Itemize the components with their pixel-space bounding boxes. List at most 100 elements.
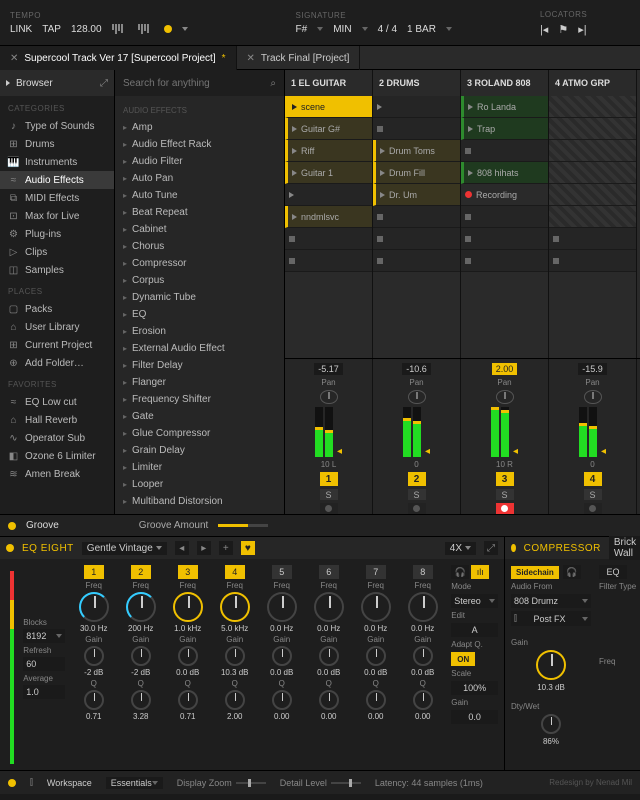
browser-item[interactable]: ▸Cabinet: [115, 221, 284, 238]
clip-slot[interactable]: [549, 140, 636, 162]
sidebar-item-current-project[interactable]: ⊞Current Project: [0, 336, 114, 354]
preset-next[interactable]: ▸: [197, 541, 211, 555]
volume-db[interactable]: -10.6: [402, 363, 431, 375]
gain-knob[interactable]: [131, 646, 151, 666]
keymode-value[interactable]: MIN: [333, 24, 351, 35]
q-value[interactable]: 0.00: [321, 712, 337, 721]
timesig-value[interactable]: 4 / 4: [378, 24, 397, 35]
pan-value[interactable]: 10 L: [321, 460, 337, 469]
pan-knob[interactable]: [584, 390, 602, 404]
browser-item[interactable]: ▸EQ: [115, 306, 284, 323]
browser-item[interactable]: ▸Frequency Shifter: [115, 391, 284, 408]
drywet-knob[interactable]: [541, 714, 561, 734]
clip-slot[interactable]: nndmlsvc: [285, 206, 372, 228]
sidebar-item-fav[interactable]: ≈EQ Low cut: [0, 393, 114, 411]
clip-slot[interactable]: Riff: [285, 140, 372, 162]
gain-value[interactable]: -2 dB: [131, 668, 150, 677]
pan-knob[interactable]: [408, 390, 426, 404]
freq-value[interactable]: 0.0 Hz: [317, 624, 340, 633]
clip-slot[interactable]: Trap: [461, 118, 548, 140]
clip-slot[interactable]: [373, 228, 460, 250]
sidechain-listen[interactable]: 🎧: [563, 565, 581, 579]
track-header[interactable]: 1 EL GUITAR: [285, 70, 373, 96]
audio-from-tap[interactable]: ⫿Post FX: [511, 611, 591, 626]
close-icon[interactable]: ✕: [247, 53, 255, 64]
browser-item[interactable]: ▸Filter Delay: [115, 357, 284, 374]
clip-slot[interactable]: Recording: [461, 184, 548, 206]
browser-item[interactable]: ▸Dynamic Tube: [115, 289, 284, 306]
pan-value[interactable]: 0: [590, 460, 594, 469]
groove-toggle[interactable]: [8, 522, 16, 530]
browser-item[interactable]: ▸Auto Tune: [115, 187, 284, 204]
q-value[interactable]: 0.00: [415, 712, 431, 721]
browser-item[interactable]: ▸Audio Effect Rack: [115, 136, 284, 153]
gain-knob[interactable]: [319, 646, 339, 666]
gain-knob[interactable]: [413, 646, 433, 666]
freq-knob[interactable]: [408, 592, 438, 622]
refresh-value[interactable]: 60: [23, 657, 65, 671]
q-value[interactable]: 0.71: [86, 712, 102, 721]
pan-knob[interactable]: [320, 390, 338, 404]
freq-value[interactable]: 30.0 Hz: [80, 624, 108, 633]
detail-slider[interactable]: [331, 782, 361, 784]
workspace-select[interactable]: Essentials: [106, 777, 163, 789]
clip-slot[interactable]: [461, 250, 548, 272]
browser-item[interactable]: ▸Compressor: [115, 255, 284, 272]
browser-item[interactable]: ▸Flanger: [115, 374, 284, 391]
browser-item[interactable]: ▸Glue Compressor: [115, 425, 284, 442]
freq-knob[interactable]: [79, 592, 109, 622]
browser-item[interactable]: ▸Limiter: [115, 459, 284, 476]
band-enable[interactable]: 6: [319, 565, 339, 579]
next-locator-icon[interactable]: ▸|: [578, 23, 586, 36]
sidebar-item-drums[interactable]: ⊞Drums: [0, 135, 114, 153]
menu-icon[interactable]: ⫿: [30, 777, 33, 788]
freq-knob[interactable]: [314, 592, 344, 622]
browser-item[interactable]: ▸Chorus: [115, 238, 284, 255]
clip-slot[interactable]: Guitar G#: [285, 118, 372, 140]
gain-value[interactable]: 0.0 dB: [317, 668, 340, 677]
bpm-value[interactable]: 128.00: [71, 24, 102, 35]
sidechain-toggle[interactable]: Sidechain: [511, 566, 559, 579]
freq-value[interactable]: 0.0 Hz: [270, 624, 293, 633]
sidebar-item-user-library[interactable]: ⌂User Library: [0, 318, 114, 336]
gain-value[interactable]: 0.0 dB: [270, 668, 293, 677]
adapt-q-toggle[interactable]: ON: [451, 652, 475, 666]
gain-value[interactable]: 0.0 dB: [364, 668, 387, 677]
zoom-slider[interactable]: [236, 782, 266, 784]
clip-slot[interactable]: Dr. Um: [373, 184, 460, 206]
freq-value[interactable]: 1.0 kHz: [174, 624, 201, 633]
close-icon[interactable]: ✕: [10, 53, 18, 64]
freq-knob[interactable]: [361, 592, 391, 622]
scale-value[interactable]: 100%: [451, 681, 498, 695]
pan-value[interactable]: 10 R: [496, 460, 513, 469]
sidebar-item-fav[interactable]: ∿Operator Sub: [0, 429, 114, 447]
arm-button[interactable]: [584, 503, 602, 514]
gain-knob[interactable]: [225, 646, 245, 666]
band-enable[interactable]: 3: [178, 565, 198, 579]
clip-slot[interactable]: 808 hihats: [461, 162, 548, 184]
q-knob[interactable]: [178, 690, 198, 710]
clip-slot[interactable]: [549, 162, 636, 184]
clip-slot[interactable]: [549, 250, 636, 272]
clip-slot[interactable]: [373, 118, 460, 140]
q-knob[interactable]: [272, 690, 292, 710]
clip-slot[interactable]: [461, 140, 548, 162]
metronome-bars-icon[interactable]: [112, 24, 128, 34]
pan-value[interactable]: 0: [414, 460, 418, 469]
link-button[interactable]: LINK: [10, 24, 32, 35]
freq-knob[interactable]: [267, 592, 297, 622]
tap-button[interactable]: TAP: [42, 24, 61, 35]
track-activator[interactable]: 4: [584, 472, 602, 486]
q-value[interactable]: 0.00: [274, 712, 290, 721]
gain-knob[interactable]: [366, 646, 386, 666]
band-enable[interactable]: 7: [366, 565, 386, 579]
key-value[interactable]: F#: [296, 24, 308, 35]
oversampling[interactable]: 4X: [445, 542, 476, 555]
sidebar-item-audio-effects[interactable]: ≈Audio Effects: [0, 171, 114, 189]
audition-button[interactable]: 🎧: [451, 565, 469, 579]
band-enable[interactable]: 5: [272, 565, 292, 579]
sidebar-item-midi-effects[interactable]: ⧉MIDI Effects: [0, 189, 114, 207]
volume-db[interactable]: -5.17: [314, 363, 343, 375]
browser-item[interactable]: ▸Grain Delay: [115, 442, 284, 459]
clip-slot[interactable]: [373, 250, 460, 272]
